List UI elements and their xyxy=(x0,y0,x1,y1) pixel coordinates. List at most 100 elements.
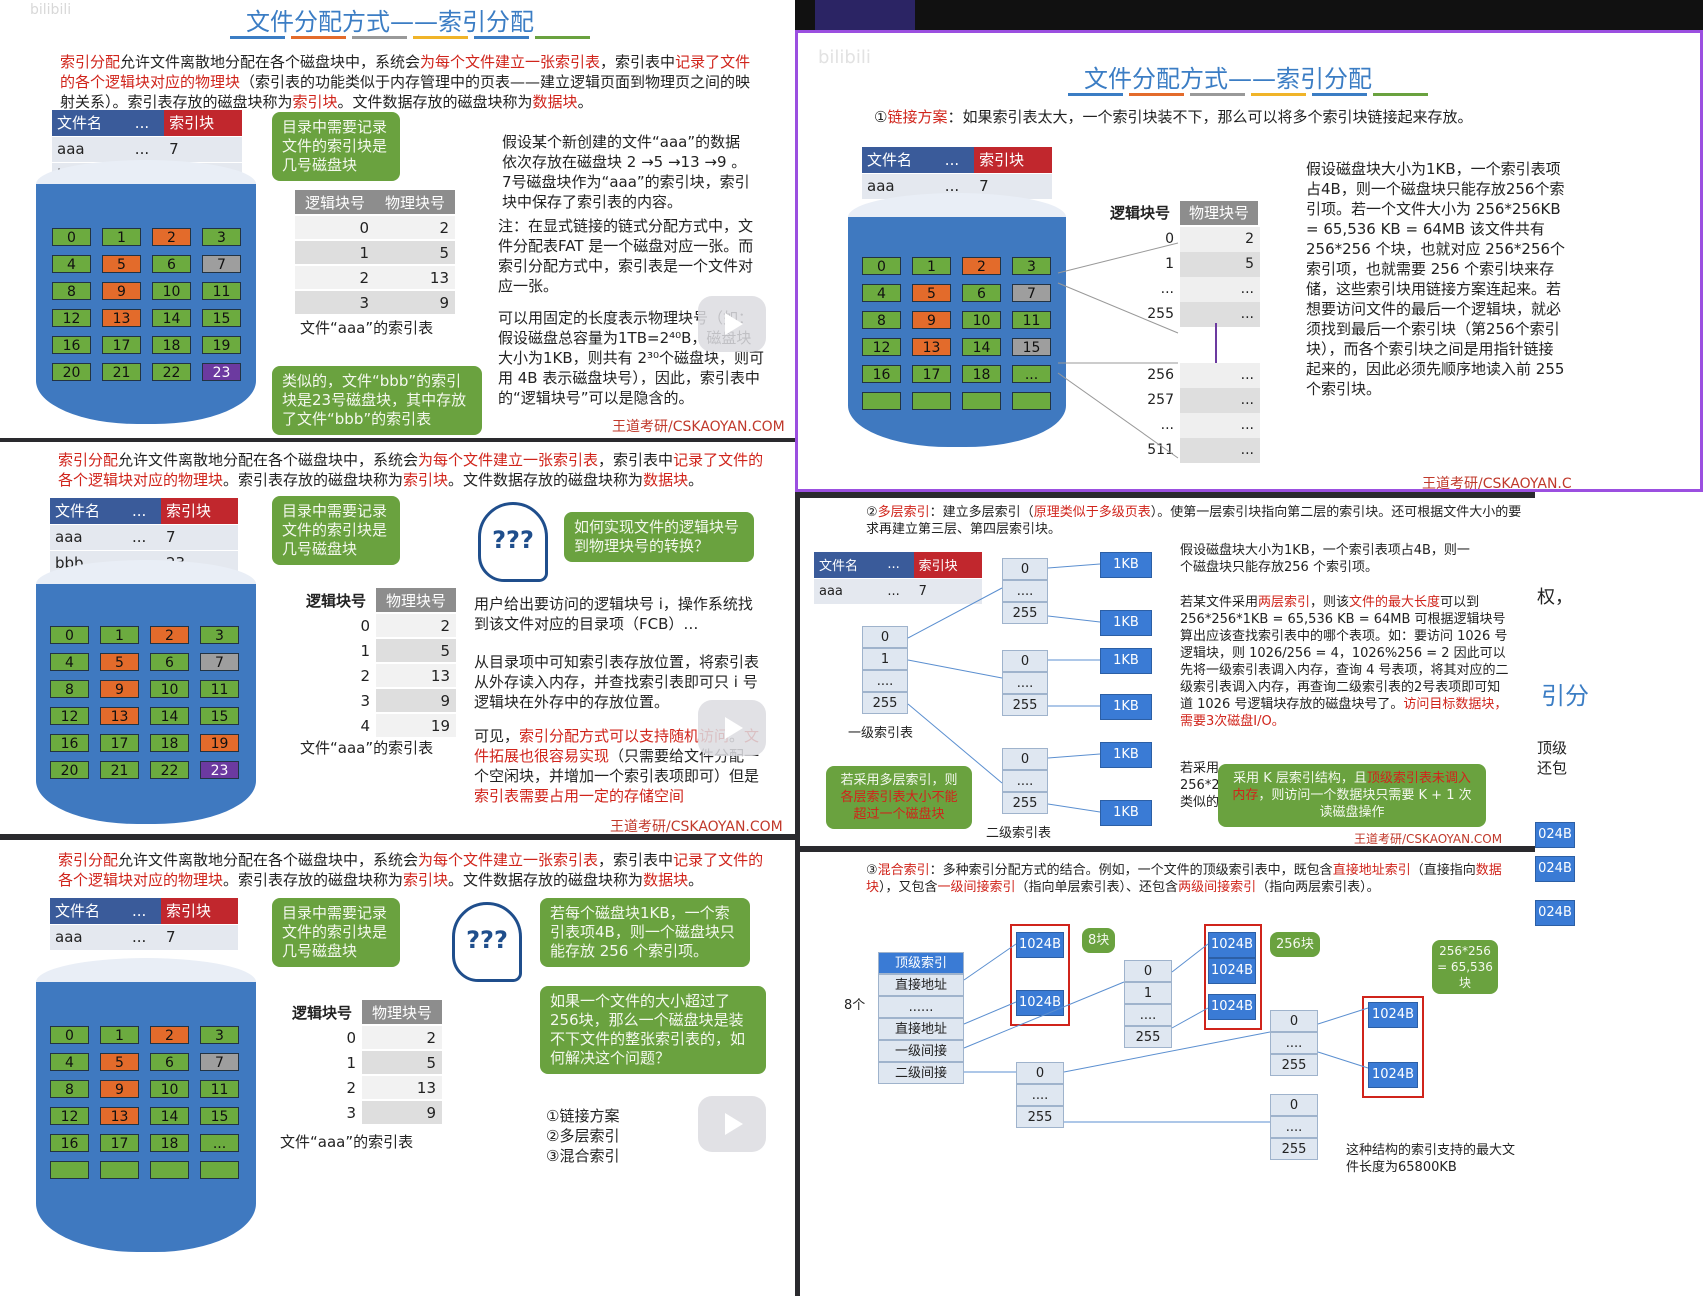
body-text: 允许文件离散地分配在各个磁盘块中，系统会 xyxy=(120,53,421,71)
assumption-text: 假设磁盘块大小为1KB，一个索引表项占4B，则一个磁盘块只能存放256 个索引项… xyxy=(1180,543,1470,575)
body-text: ，索引表中 xyxy=(598,451,674,469)
dir-cell: ... xyxy=(129,136,165,163)
cell: 5 xyxy=(362,1050,442,1076)
truncated-text: 若采用 256*2 类似的 xyxy=(1180,761,1220,810)
col-physical: 物理块号 xyxy=(362,1000,442,1026)
top-index-entry: 一级间接 xyxy=(878,1040,964,1062)
top-index-entry: ...... xyxy=(878,996,964,1018)
cell: 9 xyxy=(362,1100,442,1126)
slide-multilevel-index: ②多层索引：建立多层索引（原理类似于多级页表）。使第一层索引块指向第二层的索引块… xyxy=(800,498,1535,846)
col-filename: 文件名 xyxy=(814,552,883,579)
body-text: （指向单层索引表）、还包含 xyxy=(1015,880,1179,895)
col-filename: 文件名 xyxy=(50,898,127,925)
body-text: 若某文件采用 xyxy=(1180,595,1259,610)
physical-number: 2 xyxy=(1180,227,1260,252)
video-play-button[interactable] xyxy=(698,700,766,756)
dir-cell: ... xyxy=(126,924,161,951)
cell: 1 xyxy=(296,638,376,664)
bilibili-watermark-logo: bilibili xyxy=(30,2,72,18)
cell: 9 xyxy=(376,688,456,714)
cell: 4 xyxy=(296,713,376,739)
body-text: 。索引表存放的磁盘块称为 xyxy=(223,871,404,889)
partial-block: 024B xyxy=(1535,900,1575,926)
link-arrow xyxy=(1215,323,1217,363)
intro-paragraph: 索引分配允许文件离散地分配在各个磁盘块中，系统会为每个文件建立一张索引表，索引表… xyxy=(58,450,768,490)
dir-cell: 7 xyxy=(161,524,238,551)
top-index-header: 顶级索引 xyxy=(878,952,964,974)
intro-paragraph: ②多层索引：建立多层索引（原理类似于多级页表）。使第一层索引块指向第二层的索引块… xyxy=(866,504,1526,538)
col-logical: 逻辑块号 xyxy=(296,588,376,614)
body-text: 可以到 256*256*1KB = 65,536 KB = 64MB 可根据逻辑… xyxy=(1180,595,1509,712)
partial-text: 权， xyxy=(1537,587,1573,608)
body-text: ，索引表中 xyxy=(598,851,674,869)
physical-number: ... xyxy=(1180,438,1260,463)
cell: 19 xyxy=(376,713,456,739)
video-play-button[interactable] xyxy=(698,296,766,352)
table-caption: 文件“aaa”的索引表 xyxy=(280,1133,414,1151)
col-etc: ... xyxy=(129,110,165,137)
disk-block-grid: 0123 4567 8 9 10 11 12 13 14 15 16 17 18... xyxy=(50,1026,239,1179)
dir-cell: aaa xyxy=(52,136,130,163)
col-physical: 物理块号 xyxy=(376,588,456,614)
intro-paragraph: 索引分配允许文件离散地分配在各个磁盘块中，系统会为每个文件建立一张索引表，索引表… xyxy=(58,850,768,890)
callout-index-entries: 若每个磁盘块1KB，一个索引表项4B，则一个磁盘块只能存放 256 个索引项。 xyxy=(540,898,750,967)
callout-k-level-io: 采用 K 层索引结构，且顶级索引表未调入内存，则访问一个数据块只需要 K + 1… xyxy=(1218,764,1486,827)
logical-physical-table: 逻辑块号 物理块号 02 15 2 13 39 4 19 xyxy=(296,588,456,739)
body-text: （直接指向 xyxy=(1410,863,1476,878)
highlight-text: 数据块 xyxy=(532,93,578,111)
cell: 1 xyxy=(295,240,375,266)
physical-number: ... xyxy=(1180,277,1260,302)
footer-brand: 王道考研/CSKAOYAN.COM xyxy=(612,419,785,435)
body-text: 可见， xyxy=(474,727,520,745)
col-physical-header: 物理块号 xyxy=(1180,201,1258,225)
dir-cell: ... xyxy=(126,524,161,551)
link-scheme-explanation: 假设磁盘块大小为1KB，一个索引表项占4B，则一个磁盘块只能存放256个索引项。… xyxy=(1306,160,1566,398)
slide-hybrid-index: ③混合索引：多种索引分配方式的结合。例如，一个文件的顶级索引表中，既包含直接地址… xyxy=(800,852,1535,1296)
direct-count-label: 8个 xyxy=(844,998,866,1013)
callout-level-size-limit: 若采用多层索引，则各层索引表大小不能超过一个磁盘块 xyxy=(826,766,972,829)
body-text: （指向两层索引表）。 xyxy=(1256,880,1380,895)
callout-question-translation: 如何实现文件的逻辑块号到物理块号的转换？ xyxy=(564,512,754,562)
highlight-text: 数据块 xyxy=(643,471,689,489)
window-top-strip xyxy=(795,0,1703,30)
col-index-block: 索引块 xyxy=(161,498,238,525)
disk-block-grid: 0123 4567 8 9 10 11 12 13 14 15 16 17 18 19 20 21 2… xyxy=(52,228,241,381)
col-index-block: 索引块 xyxy=(974,147,1052,174)
body-text: ，索引表中 xyxy=(600,53,676,71)
body-text: 。 xyxy=(688,471,704,489)
table-caption: 文件“aaa”的索引表 xyxy=(300,319,434,337)
body-text: 。文件数据存放的磁盘块称为 xyxy=(337,93,533,111)
slide-title: 文件分配方式——索引分配 xyxy=(246,8,534,36)
partial-text: 顶级 xyxy=(1537,739,1568,757)
intro-paragraph: 索引分配允许文件离散地分配在各个磁盘块中，系统会为每个文件建立一张索引表，索引表… xyxy=(60,52,760,112)
dir-cell: aaa xyxy=(814,578,883,605)
body-text: ：如果索引表太大，一个索引块装不下，那么可以将多个索引块链接起来存放。 xyxy=(947,108,1473,126)
highlight-text: 索引分配 xyxy=(58,851,119,869)
cell: 13 xyxy=(376,663,456,689)
slide-index-large-file-problem: 索引分配允许文件离散地分配在各个磁盘块中，系统会为每个文件建立一张索引表，索引表… xyxy=(0,840,795,1296)
cell: 2 xyxy=(376,613,456,639)
cell: 3 xyxy=(282,1100,362,1126)
highlight-text: 为每个文件建立一张索引表 xyxy=(418,451,599,469)
cell: 5 xyxy=(375,240,455,266)
highlight-text: 两层索引 xyxy=(1258,595,1311,610)
slide-title: 文件分配方式——索引分配 xyxy=(1084,65,1372,93)
col-etc: ... xyxy=(126,898,161,925)
partial-block: 024B xyxy=(1535,856,1575,882)
col-filename: 文件名 xyxy=(52,110,130,137)
intro-paragraph: ①链接方案：如果索引表太大，一个索引块装不下，那么可以将多个索引块链接起来存放。 xyxy=(874,107,1654,127)
partial-block: 024B xyxy=(1535,822,1575,848)
highlight-text: 各层索引表大小不能超过一个磁盘块 xyxy=(840,790,958,822)
highlight-text: 一级间接索引 xyxy=(937,880,1016,895)
video-play-button[interactable] xyxy=(698,1096,766,1152)
cell: 13 xyxy=(362,1075,442,1101)
note-paragraph: 注：在显式链接的链式分配方式中，文件分配表FAT 是一个磁盘对应一张。而索引分配… xyxy=(498,217,754,295)
callout-large-file-question: 如果一个文件的大小超过了256块，那么一个磁盘块是装不下文件的整张索引表的，如何… xyxy=(540,986,766,1074)
cell: 3 xyxy=(295,290,375,316)
highlight-text: 为每个文件建立一张索引表 xyxy=(420,53,601,71)
top-index-entry: 二级间接 xyxy=(878,1062,964,1084)
slide-link-scheme: bilibili 文件分配方式——索引分配 ①链接方案：如果索引表太大，一个索引… xyxy=(795,30,1703,492)
body-text: 。 xyxy=(577,93,593,111)
col-index-block: 索引块 xyxy=(164,110,242,137)
footer-brand: 王道考研/CSKAOYAN.COM xyxy=(610,819,783,834)
